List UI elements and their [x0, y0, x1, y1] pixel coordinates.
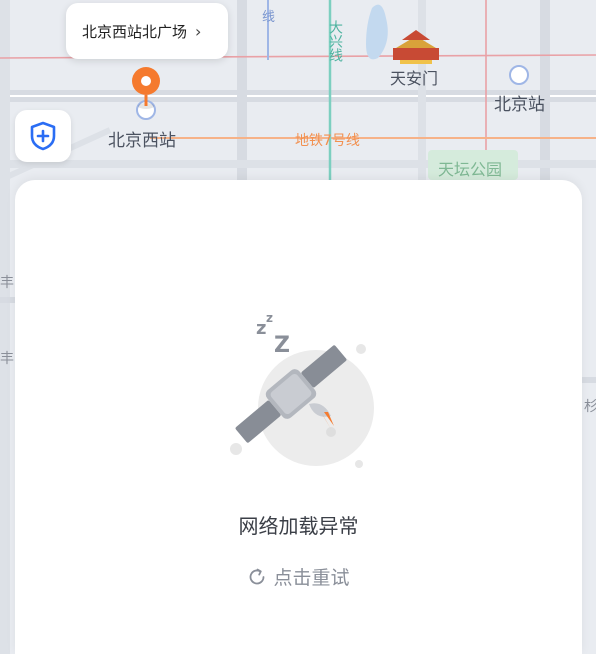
- retry-button[interactable]: 点击重试: [15, 563, 582, 590]
- sleeping-satellite-illustration: z z Z: [230, 311, 374, 468]
- map-label-edge-left-1: 丰: [0, 275, 14, 291]
- safety-shield-button[interactable]: [15, 110, 71, 162]
- bottom-sheet: z z Z 网络加载异常 点击重试: [15, 180, 582, 654]
- map-label-daxing-line: 大兴线: [327, 20, 343, 62]
- network-error-message: 网络加载异常: [238, 514, 359, 538]
- map-label-edge-right: 杉: [584, 399, 596, 415]
- map-label-line: 线: [262, 10, 276, 25]
- map-label-beijing-station: 北京站: [494, 95, 545, 115]
- location-pin-icon[interactable]: [129, 66, 163, 110]
- location-title: 北京西站北广场: [82, 22, 188, 41]
- location-bubble[interactable]: 北京西站北广场 ›: [66, 3, 228, 59]
- map-label-temple-of-heaven: 天坛公园: [438, 160, 503, 179]
- map-label-subway-7: 地铁7号线: [295, 133, 360, 149]
- chevron-right-icon: ›: [195, 21, 202, 41]
- map-label-tiananmen: 天安门: [390, 69, 439, 88]
- retry-label: 点击重试: [273, 567, 350, 589]
- map-label-edge-left-2: 丰: [0, 351, 14, 367]
- map-label-beijing-west-station: 北京西站: [108, 131, 176, 151]
- shield-plus-icon: [30, 121, 56, 151]
- svg-text:z: z: [256, 318, 266, 339]
- refresh-icon: [247, 567, 267, 587]
- svg-text:Z: Z: [274, 333, 290, 358]
- svg-text:z: z: [266, 311, 273, 325]
